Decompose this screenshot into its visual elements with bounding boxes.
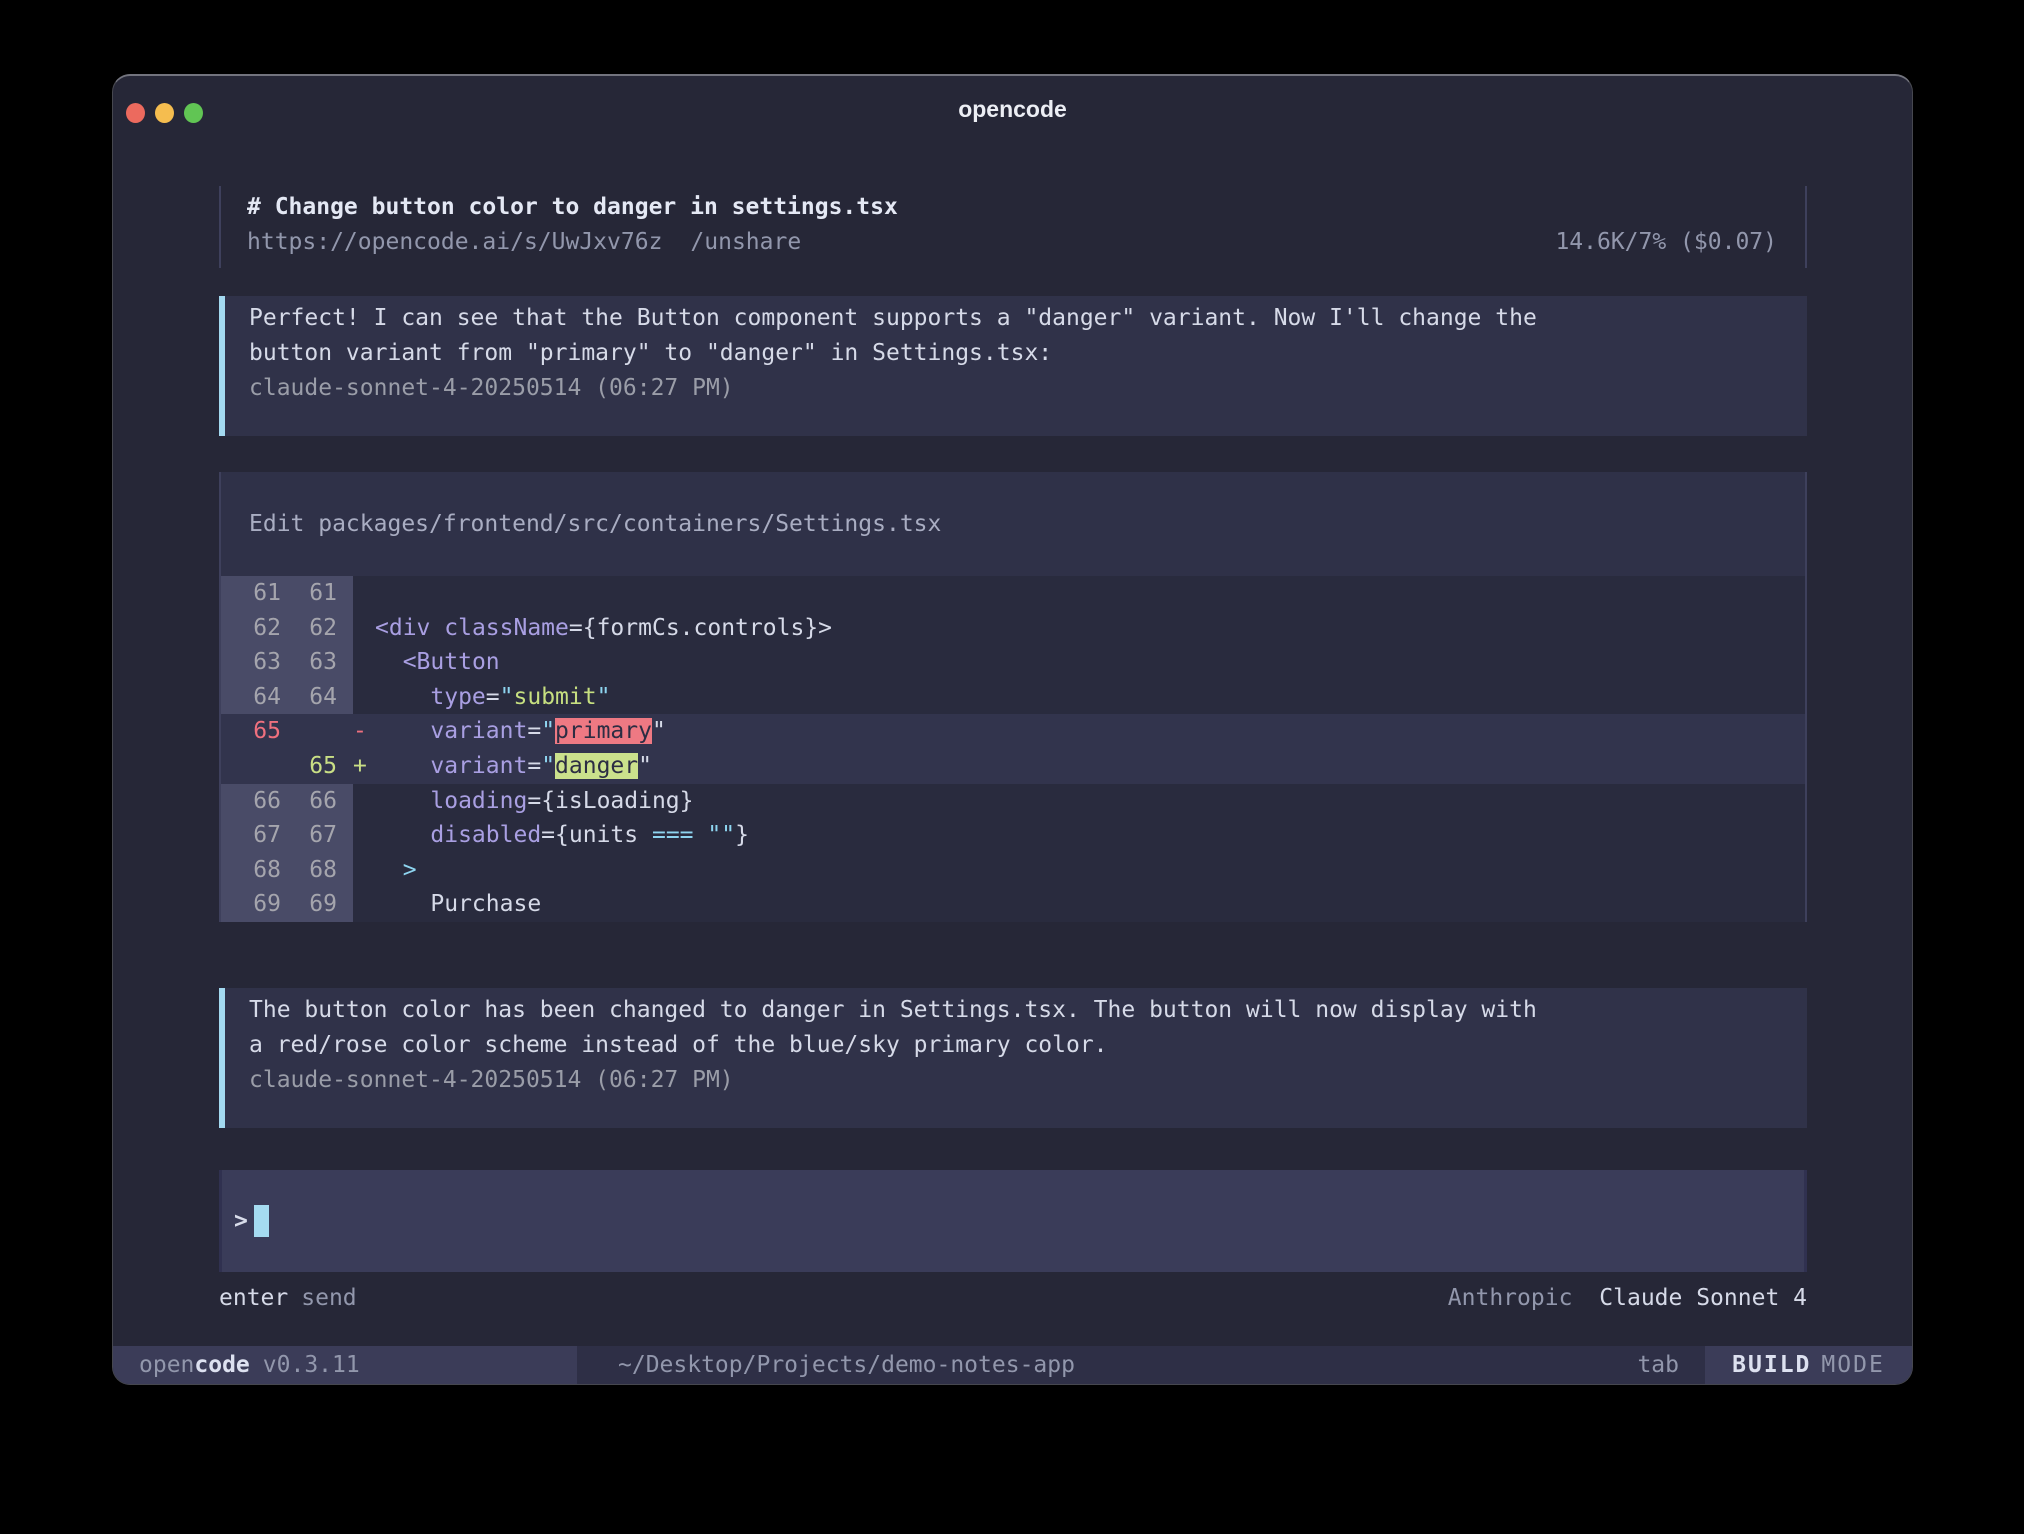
token-usage-stats: 14.6K/7% ($0.07) [1555, 225, 1777, 260]
session-header: # Change button color to danger in setti… [219, 186, 1807, 268]
diff-row: 65+ variant="danger" [221, 749, 1805, 784]
input-hint-row: enter send Anthropic Claude Sonnet 4 [219, 1281, 1807, 1316]
enter-key-hint: enter [219, 1281, 288, 1316]
diff-row: 6363 <Button [221, 645, 1805, 680]
assistant-message: The button color has been changed to dan… [219, 988, 1807, 1128]
edit-tool-card: Edit packages/frontend/src/containers/Se… [219, 472, 1807, 922]
edit-file-title: Edit packages/frontend/src/containers/Se… [221, 472, 1805, 576]
status-bar: opencode v0.3.11 ~/Desktop/Projects/demo-… [113, 1346, 1912, 1384]
model-indicator: Anthropic Claude Sonnet 4 [1448, 1281, 1807, 1316]
app-name-code: code [194, 1352, 249, 1378]
window-title: opencode [113, 96, 1912, 123]
model-provider: Anthropic [1448, 1285, 1573, 1311]
message-meta: claude-sonnet-4-20250514 (06:27 PM) [249, 1063, 1779, 1098]
diff-row: 6666 loading={isLoading} [221, 784, 1805, 819]
mode-toggle[interactable]: BUILD MODE [1705, 1346, 1912, 1384]
prompt-input[interactable]: > [219, 1170, 1807, 1272]
message-meta: claude-sonnet-4-20250514 (06:27 PM) [249, 371, 1779, 406]
model-name: Claude Sonnet 4 [1599, 1285, 1807, 1311]
diff-row: 65- variant="primary" [221, 714, 1805, 749]
diff-row: 6262<div className={formCs.controls}> [221, 611, 1805, 646]
text-cursor [254, 1205, 269, 1237]
diff-rows: 61616262<div className={formCs.controls}… [221, 576, 1805, 922]
share-url[interactable]: https://opencode.ai/s/UwJxv76z [247, 225, 662, 260]
diff-row: 6161 [221, 576, 1805, 611]
diff-row: 6464 type="submit" [221, 680, 1805, 715]
message-text: Perfect! I can see that the Button compo… [249, 301, 1779, 371]
app-name-open: open [139, 1352, 194, 1378]
unshare-command[interactable]: /unshare [690, 225, 801, 260]
assistant-message: Perfect! I can see that the Button compo… [219, 296, 1807, 436]
mode-label-primary: BUILD [1732, 1352, 1811, 1378]
tab-key-hint: tab [1637, 1352, 1679, 1378]
prompt-chevron: > [234, 1204, 248, 1239]
opencode-window: opencode # Change button color to danger… [112, 74, 1913, 1385]
diff-row: 6767 disabled={units === ""} [221, 818, 1805, 853]
send-hint-label: send [301, 1281, 356, 1316]
titlebar: opencode [113, 76, 1912, 146]
working-directory: ~/Desktop/Projects/demo-notes-app [618, 1352, 1075, 1378]
diff-row: 6969 Purchase [221, 887, 1805, 922]
app-version: v0.3.11 [263, 1352, 360, 1378]
diff-row: 6868 > [221, 853, 1805, 888]
message-text: The button color has been changed to dan… [249, 993, 1779, 1063]
mode-label-secondary: MODE [1821, 1352, 1884, 1378]
app-version-segment: opencode v0.3.11 [113, 1346, 577, 1384]
session-title: # Change button color to danger in setti… [247, 190, 1777, 225]
